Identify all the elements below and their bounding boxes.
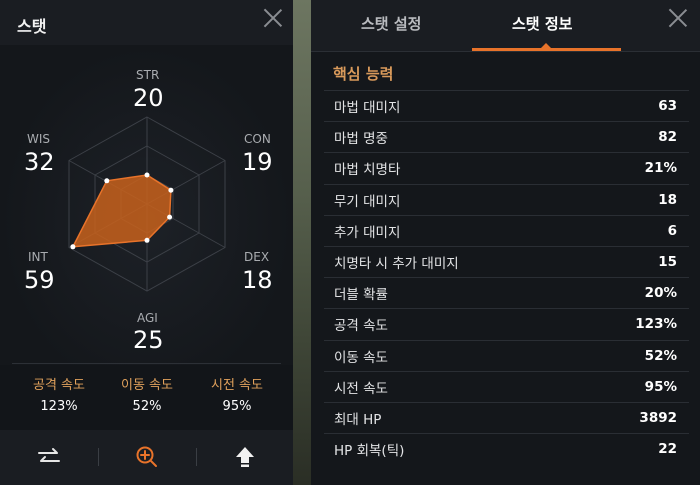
cast-speed-summary: 시전 속도 95%: [188, 374, 286, 414]
row-value: 52%: [644, 347, 677, 364]
upgrade-button[interactable]: [196, 430, 293, 485]
section-title: 핵심 능력: [333, 65, 394, 83]
stat-value-agi: 25: [133, 326, 164, 354]
zoom-plus-icon: [136, 446, 157, 467]
row-label: 더블 확률: [334, 287, 388, 304]
swap-button[interactable]: [0, 430, 97, 485]
list-item: 마법 대미지 63: [324, 90, 689, 121]
row-label: 마법 명중: [334, 131, 388, 148]
list-item: 시전 속도 95%: [324, 370, 689, 402]
stat-info-panel: 스탯 설정 스탯 정보 핵심 능력 마법 대미지 63 마법 명중 82 마법 치명…: [311, 0, 700, 485]
row-label: 이동 속도: [334, 349, 388, 366]
row-value: 20%: [644, 285, 677, 302]
stat-value-wis: 32: [24, 148, 55, 176]
row-value: 82: [658, 129, 677, 146]
radar-point-str: [144, 172, 150, 178]
row-value: 21%: [644, 160, 677, 177]
row-label: HP 회복(틱): [334, 443, 405, 460]
tab-stat-info[interactable]: 스탯 정보: [512, 13, 572, 34]
row-value: 22: [658, 441, 677, 458]
list-item: 더블 확률 20%: [324, 277, 689, 308]
move-speed-summary: 이동 속도 52%: [98, 374, 196, 414]
tab-stat-settings[interactable]: 스탯 설정: [361, 13, 421, 34]
list-item: 마법 치명타 21%: [324, 152, 689, 183]
stat-value-str: 20: [133, 84, 164, 112]
list-item: 치명타 시 추가 대미지 15: [324, 245, 689, 277]
stat-label-str: STR: [136, 68, 160, 82]
row-value: 95%: [644, 378, 677, 395]
row-value: 15: [658, 254, 677, 271]
stat-label-int: INT: [28, 250, 48, 264]
radar-point-dex: [167, 214, 173, 220]
row-label: 추가 대미지: [334, 224, 401, 241]
row-value: 6: [667, 222, 677, 239]
upload-arrow-icon: [236, 447, 254, 467]
stat-label-agi: AGI: [137, 311, 158, 325]
row-label: 시전 속도: [334, 380, 388, 397]
stat-panel: 스탯 STR 20 CON 19 WIS 32 DEX 18 INT 59 AG…: [0, 0, 293, 485]
list-item: 공격 속도 123%: [324, 308, 689, 339]
close-icon[interactable]: [263, 8, 283, 28]
move-speed-value: 52%: [132, 399, 162, 414]
stat-info-list: 마법 대미지 63 마법 명중 82 마법 치명타 21% 무기 대미지 18 추가 대…: [324, 90, 689, 464]
stat-value-con: 19: [242, 148, 273, 176]
row-label: 공격 속도: [334, 318, 388, 335]
move-speed-label: 이동 속도: [121, 378, 173, 393]
radar-point-agi: [144, 237, 150, 243]
attack-speed-summary: 공격 속도 123%: [10, 374, 108, 414]
row-value: 63: [658, 98, 677, 115]
cast-speed-label: 시전 속도: [211, 378, 263, 393]
row-value: 123%: [635, 316, 677, 333]
tab-bar: 스탯 설정 스탯 정보: [311, 0, 700, 52]
attack-speed-value: 123%: [40, 399, 78, 414]
row-value: 3892: [639, 409, 677, 426]
stat-panel-footer: [0, 430, 293, 485]
radar-point-con: [168, 187, 174, 193]
active-tab-underline: [472, 48, 621, 51]
list-item: HP 회복(틱) 22: [324, 433, 689, 464]
list-item: 무기 대미지 18: [324, 183, 689, 215]
stat-label-wis: WIS: [27, 132, 51, 146]
row-label: 치명타 시 추가 대미지: [334, 256, 459, 273]
row-label: 최대 HP: [334, 411, 382, 428]
radar-point-int: [70, 244, 76, 250]
zoom-button[interactable]: [98, 430, 195, 485]
stat-value-dex: 18: [242, 266, 273, 294]
divider: [12, 363, 281, 364]
stat-panel-header: 스탯: [0, 0, 293, 45]
stat-label-con: CON: [244, 132, 271, 146]
close-icon[interactable]: [668, 8, 688, 28]
radar-stat-polygon: [71, 174, 172, 248]
row-value: 18: [658, 191, 677, 208]
list-item: 이동 속도 52%: [324, 339, 689, 371]
stat-panel-title: 스탯: [17, 17, 47, 36]
stat-label-dex: DEX: [244, 250, 270, 264]
cast-speed-value: 95%: [222, 399, 252, 414]
attack-speed-label: 공격 속도: [33, 378, 85, 393]
list-item: 추가 대미지 6: [324, 214, 689, 246]
radar-point-wis: [104, 178, 110, 184]
list-item: 마법 명중 82: [324, 121, 689, 152]
row-label: 마법 대미지: [334, 100, 401, 117]
row-label: 무기 대미지: [334, 193, 401, 210]
background-scene: [293, 0, 311, 485]
row-label: 마법 치명타: [334, 162, 401, 179]
list-item: 최대 HP 3892: [324, 401, 689, 433]
swap-arrows-icon: [38, 448, 60, 462]
stat-value-int: 59: [24, 266, 55, 294]
